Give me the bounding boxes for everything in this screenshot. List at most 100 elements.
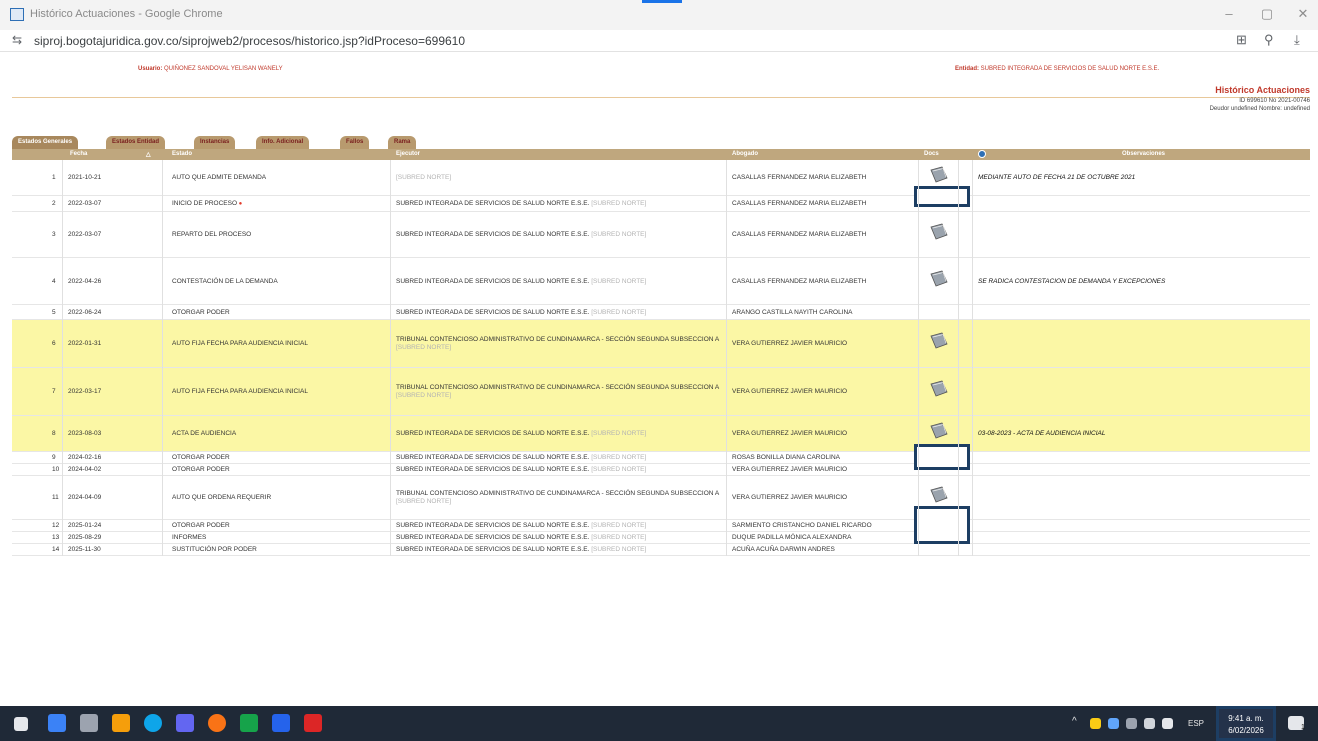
row-number: 10 [52,466,60,473]
row-executor-text: SUBRED INTEGRADA DE SERVICIOS DE SALUD N… [396,534,590,541]
column-separator [390,160,391,556]
tray-icon-2[interactable] [1108,718,1119,729]
chrome-icon[interactable] [208,714,226,732]
close-button[interactable]: ✕ [1292,6,1314,22]
col-docs[interactable]: Docs [924,151,939,157]
tab-estados-generales[interactable]: Estados Generales [12,136,79,149]
tab-fallos[interactable]: Fallos [340,136,370,149]
row-executor-tag: [SUBRED NORTE] [591,466,647,473]
row-number: 6 [52,340,56,347]
restore-button[interactable]: ▢ [1256,6,1278,22]
row-executor-tag: [SUBRED NORTE] [591,430,647,437]
tray-icon-1[interactable] [1090,718,1101,729]
teams-icon[interactable] [176,714,194,732]
row-executor-tag: [SUBRED NORTE] [591,534,647,541]
col-estado[interactable]: Estado [172,151,192,157]
table-row: 12 2025-01-24 OTORGAR PODER SUBRED INTEGRAD… [12,520,1310,532]
table-row: 13 2025-08-29 INFORMES SUBRED INTEGRADA DE … [12,532,1310,544]
url-field[interactable]: siproj.bogotajuridica.gov.co/siprojweb2/… [34,34,465,48]
document-icon[interactable] [928,422,950,440]
col-observaciones[interactable]: Observaciones [1122,151,1165,157]
row-status: AUTO QUE ADMITE DEMANDA [172,174,266,181]
row-date: 2024-04-02 [68,466,102,473]
table-row: 4 2022-04-26 CONTESTACIÓN DE LA DEMANDA SUB… [12,258,1310,305]
row-executor-tag: [SUBRED NORTE] [591,278,647,285]
translate-icon[interactable]: ⊞ [1236,32,1247,48]
row-status: INFORMES [172,534,206,541]
column-separator [62,160,63,556]
row-executor-text: SUBRED INTEGRADA DE SERVICIOS DE SALUD N… [396,522,590,529]
row-executor: SUBRED INTEGRADA DE SERVICIOS DE SALUD N… [396,200,726,207]
row-status: SUSTITUCIÓN POR PODER [172,546,257,553]
windows-taskbar: ^ ESP 9:41 a. m. 6/02/2026 1 [0,706,1318,741]
row-lawyer: ACUÑA ACUÑA DARWIN ANDRES [732,546,835,553]
edge-icon[interactable] [144,714,162,732]
document-icon[interactable] [928,166,950,184]
row-observation: 03-08-2023 - ACTA DE AUDIENCIA INICIAL [978,430,1106,437]
row-date: 2022-03-07 [68,231,102,238]
file-explorer-icon[interactable] [112,714,130,732]
tray-arrow-icon[interactable]: ^ [1072,716,1077,727]
document-icon[interactable] [928,223,950,241]
minimize-button[interactable]: – [1218,6,1240,21]
row-number: 5 [52,309,56,316]
tab-estados-entidad[interactable]: Estados Entidad [106,136,166,149]
language-indicator[interactable]: ESP [1188,719,1204,728]
clock[interactable]: 9:41 a. m. 6/02/2026 [1216,706,1276,741]
document-icon[interactable] [928,332,950,350]
tab-info-adicional[interactable]: Info. Adicional [256,136,310,149]
notification-count: 1 [1301,724,1305,731]
document-icon[interactable] [928,270,950,288]
download-icon[interactable]: ⤓ [1294,32,1300,48]
row-lawyer: VERA GUTIERREZ JAVIER MAURICIO [732,430,848,437]
row-number: 13 [52,534,60,541]
acrobat-icon[interactable] [304,714,322,732]
titlebar-accent [642,0,682,3]
excel-icon[interactable] [240,714,258,732]
col-ejecutor[interactable]: Ejecutor [396,151,420,157]
row-executor: SUBRED INTEGRADA DE SERVICIOS DE SALUD N… [396,534,726,541]
zoom-icon[interactable]: ⚲ [1264,32,1274,48]
site-settings-icon[interactable]: ⇆ [12,33,22,47]
row-status-text: ACTA DE AUDIENCIA [172,430,237,437]
row-executor-text: SUBRED INTEGRADA DE SERVICIOS DE SALUD N… [396,309,590,316]
row-executor: [SUBRED NORTE] [396,174,726,181]
network-icon[interactable] [1144,718,1155,729]
row-date: 2024-02-16 [68,454,102,461]
start-icon[interactable] [14,717,28,731]
col-abogado[interactable]: Abogado [732,151,758,157]
row-date: 2021-10-21 [68,174,102,181]
row-number: 4 [52,278,56,285]
table-row: 6 2022-01-31 AUTO FIJA FECHA PARA AUDIENCI… [12,320,1310,368]
row-status: OTORGAR PODER [172,454,230,461]
row-executor-tag: [SUBRED NORTE] [396,174,452,181]
info-icon[interactable] [978,150,986,158]
redacted-box [914,506,970,544]
row-number: 9 [52,454,56,461]
page-title: Histórico Actuaciones [1215,85,1310,95]
table-row: 3 2022-03-07 REPARTO DEL PROCESO SUBRED INT… [12,212,1310,258]
row-status-text: OTORGAR PODER [172,309,230,316]
word-icon[interactable] [272,714,290,732]
tray-icon-3[interactable] [1126,718,1137,729]
col-fecha[interactable]: Fecha [70,151,87,157]
column-separator [162,160,163,556]
volume-icon[interactable] [1162,718,1173,729]
tab-instancias[interactable]: Instancias [194,136,236,149]
row-status-text: INFORMES [172,534,207,541]
row-number: 3 [52,231,56,238]
document-icon[interactable] [928,380,950,398]
document-icon[interactable] [928,486,950,504]
row-number: 11 [52,494,59,501]
table-row: 8 2023-08-03 ACTA DE AUDIENCIA SUBRED INTEG… [12,416,1310,452]
row-number: 2 [52,200,56,207]
row-status-text: INICIO DE PROCESO [172,200,238,207]
row-status-text: REPARTO DEL PROCESO [172,231,252,238]
row-number: 8 [52,430,56,437]
user-label: Usuario: [138,66,163,72]
tab-rama[interactable]: Rama [388,136,417,149]
app-icon-2[interactable] [80,714,98,732]
sort-icon[interactable]: △ [146,151,151,158]
app-icon-1[interactable] [48,714,66,732]
row-date: 2022-01-31 [68,340,102,347]
